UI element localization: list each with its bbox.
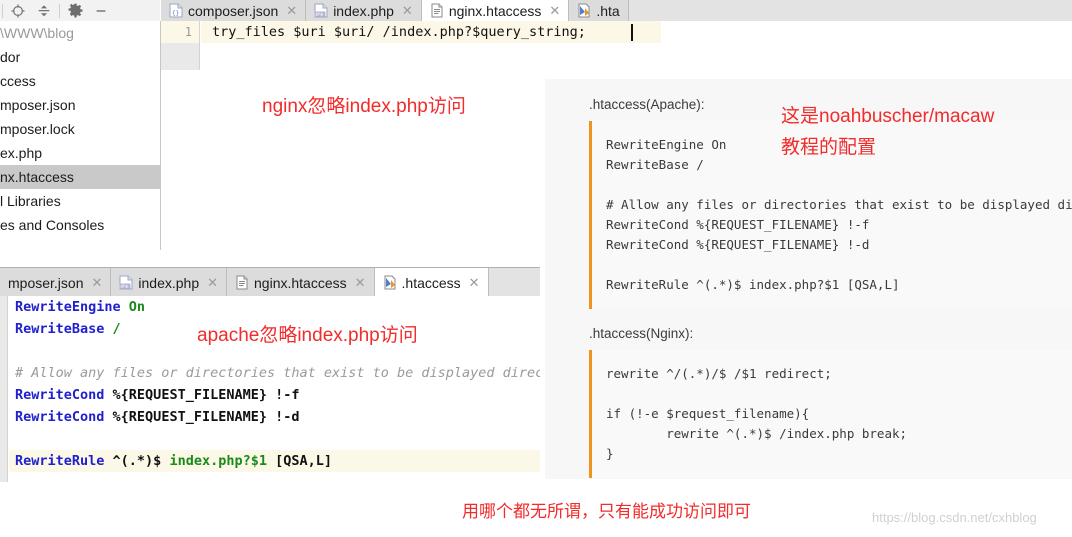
sidebar-item-index-php[interactable]: ex.php — [0, 141, 160, 165]
project-sidebar[interactable]: \WWW\blog dor ccess mposer.json mposer.l… — [0, 21, 161, 250]
editor-gutter-bottom — [0, 296, 8, 482]
code-token: On — [128, 299, 146, 315]
tab-nginx-htaccess-2[interactable]: nginx.htaccess ✕ — [227, 268, 375, 297]
sidebar-item-htaccess[interactable]: ccess — [0, 69, 160, 93]
svg-text:php: php — [316, 12, 324, 18]
editor-gutter-top: 1 — [161, 21, 200, 71]
code-token: ^(.*)$ — [112, 453, 170, 469]
tab-close-icon[interactable]: ✕ — [549, 4, 560, 17]
code-token: RewriteEngine — [15, 299, 129, 315]
json-file-icon: {} — [169, 3, 183, 18]
locate-target-icon[interactable] — [5, 1, 31, 21]
code-token: [QSA,L] — [267, 453, 333, 469]
tab-htaccess-partial[interactable]: .hta — [569, 0, 629, 21]
tab-label: .hta — [596, 2, 620, 19]
line-number: 1 — [161, 21, 199, 43]
code-token: RewriteCond — [15, 387, 113, 403]
settings-gear-icon[interactable] — [62, 1, 88, 21]
tab-composer-json[interactable]: {} composer.json ✕ — [161, 0, 307, 21]
annotation-nginx: nginx忽略index.php访问 — [262, 96, 466, 117]
editor-seam — [161, 70, 1072, 71]
code-token: / — [112, 321, 121, 337]
tab-nginx-htaccess[interactable]: nginx.htaccess ✕ — [421, 0, 570, 21]
text-file-icon — [431, 3, 443, 18]
annotation-macaw-line1: 这是noahbuscher/macaw — [781, 106, 995, 127]
code-token: %{REQUEST_FILENAME} !-f — [112, 387, 300, 403]
tab-label: nginx.htaccess — [448, 2, 542, 19]
code-line: # Allow any files or directories that ex… — [9, 362, 540, 384]
annotation-apache: apache忽略index.php访问 — [197, 325, 418, 346]
htaccess-file-icon — [384, 275, 396, 290]
csdn-watermark: https://blog.csdn.net/cxhblog — [872, 510, 1037, 525]
text-caret — [631, 24, 633, 41]
tab-close-icon[interactable]: ✕ — [207, 276, 218, 289]
annotation-conclusion: 用哪个都无所谓，只有能成功访问即可 — [462, 502, 751, 521]
code-token: RewriteCond — [15, 409, 113, 425]
php-file-icon: php — [119, 275, 133, 290]
toolbar-divider-mid — [59, 3, 60, 18]
tab-label: composer.json — [188, 2, 279, 19]
editor-code-line-nginx[interactable]: try_files $uri $uri/ /index.php?$query_s… — [201, 21, 661, 43]
editor-tab-bar-top[interactable]: {} composer.json ✕ php index.php ✕ nginx… — [161, 0, 1072, 22]
annotation-macaw-tutorial: 这是noahbuscher/macaw 教程的配置 — [781, 101, 994, 163]
tab-close-icon[interactable]: ✕ — [286, 4, 297, 17]
tab-label: nginx.htaccess — [254, 274, 347, 291]
htaccess-file-icon — [578, 3, 590, 18]
tab-close-icon[interactable]: ✕ — [91, 276, 102, 289]
tab-index-php[interactable]: php index.php ✕ — [306, 0, 422, 21]
tab-close-icon[interactable]: ✕ — [469, 276, 480, 289]
svg-text:php: php — [121, 284, 129, 290]
tab-close-icon[interactable]: ✕ — [355, 276, 366, 289]
sidebar-item-external-libraries[interactable]: l Libraries — [0, 189, 160, 213]
code-line: RewriteCond %{REQUEST_FILENAME} !-d — [9, 406, 540, 428]
sidebar-item-scratches-consoles[interactable]: es and Consoles — [0, 213, 160, 237]
code-line: RewriteRule ^(.*)$ index.php?$1 [QSA,L] — [9, 450, 540, 472]
code-line: RewriteEngine On — [9, 296, 540, 318]
tab-label: .htaccess — [401, 274, 461, 291]
editor-tab-bar-bottom[interactable]: mposer.json ✕ php index.php ✕ nginx.htac… — [0, 267, 540, 298]
tab-label: index.php — [333, 2, 394, 19]
ide-toolbar — [0, 0, 160, 22]
code-token: RewriteBase — [15, 321, 113, 337]
minimize-icon[interactable] — [88, 1, 114, 21]
sidebar-item-nginx-htaccess[interactable]: nx.htaccess — [0, 165, 160, 189]
code-token: # Allow any files or directories that ex… — [15, 365, 540, 381]
tab-htaccess-2[interactable]: .htaccess ✕ — [374, 268, 489, 297]
code-token: RewriteRule — [15, 453, 113, 469]
toolbar-divider-left — [2, 3, 3, 18]
collapse-all-icon[interactable] — [31, 1, 57, 21]
php-file-icon: php — [314, 3, 328, 18]
tab-composer-json-2[interactable]: mposer.json ✕ — [0, 268, 112, 297]
editor-empty-area-top[interactable] — [201, 43, 1072, 71]
nginx-code-block: rewrite ^/(.*)/$ /$1 redirect; if (!-e $… — [589, 350, 1072, 478]
code-token: %{REQUEST_FILENAME} !-d — [112, 409, 300, 425]
code-line: RewriteCond %{REQUEST_FILENAME} !-f — [9, 384, 540, 406]
tab-label: mposer.json — [8, 274, 84, 291]
sidebar-item-blog-root[interactable]: \WWW\blog — [0, 21, 160, 45]
svg-text:{}: {} — [172, 10, 179, 17]
code-token: index.php?$1 — [169, 453, 267, 469]
sidebar-item-composer-json[interactable]: mposer.json — [0, 93, 160, 117]
tab-label: index.php — [138, 274, 200, 291]
sidebar-item-vendor[interactable]: dor — [0, 45, 160, 69]
annotation-macaw-line2: 教程的配置 — [781, 137, 877, 158]
text-file-icon — [236, 275, 248, 290]
tab-index-php-2[interactable]: php index.php ✕ — [111, 268, 228, 297]
tab-close-icon[interactable]: ✕ — [402, 4, 413, 17]
sidebar-item-composer-lock[interactable]: mposer.lock — [0, 117, 160, 141]
nginx-section-label: .htaccess(Nginx): — [589, 326, 694, 341]
